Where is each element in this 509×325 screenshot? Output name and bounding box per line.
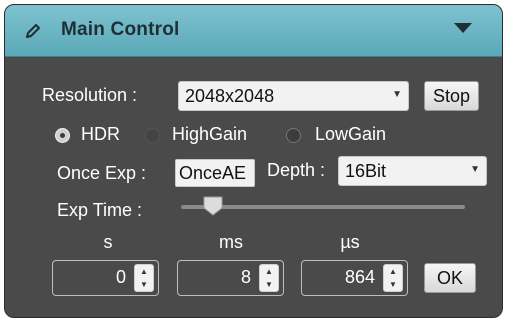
panel-header[interactable]: Main Control xyxy=(5,5,502,57)
milliseconds-value[interactable]: 8 xyxy=(241,267,251,288)
depth-value: 16Bit xyxy=(345,161,387,181)
exp-time-label: Exp Time : xyxy=(57,200,143,220)
radio-highgain[interactable] xyxy=(145,128,160,143)
exp-time-slider-thumb[interactable] xyxy=(202,195,224,217)
pencil-icon xyxy=(26,24,40,38)
screen: Main Control Resolution : 2048x2048 ▼ St… xyxy=(0,0,509,325)
seconds-spinbox[interactable]: 0 ▲ ▼ xyxy=(52,260,159,296)
seconds-stepper[interactable]: ▲ ▼ xyxy=(134,264,154,292)
resolution-label: Resolution : xyxy=(42,85,138,105)
microseconds-spinbox[interactable]: 864 ▲ ▼ xyxy=(301,260,408,296)
microseconds-value[interactable]: 864 xyxy=(345,267,375,288)
arrow-up-icon[interactable]: ▲ xyxy=(260,265,278,278)
once-exp-label: Once Exp : xyxy=(57,163,147,183)
resolution-value: 2048x2048 xyxy=(185,86,275,106)
triangle-down-icon[interactable] xyxy=(454,23,472,33)
radio-hdr[interactable] xyxy=(55,128,70,143)
radio-lowgain-label: LowGain xyxy=(315,124,387,144)
panel-body: Resolution : 2048x2048 ▼ Stop HDR HighGa… xyxy=(5,57,502,317)
microseconds-stepper[interactable]: ▲ ▼ xyxy=(383,264,403,292)
unit-seconds: s xyxy=(103,232,113,252)
radio-lowgain[interactable] xyxy=(286,128,301,143)
arrow-down-icon[interactable]: ▼ xyxy=(384,278,402,291)
ok-button[interactable]: OK xyxy=(424,263,476,293)
arrow-up-icon[interactable]: ▲ xyxy=(135,265,153,278)
depth-select[interactable]: 16Bit ▼ xyxy=(338,156,487,186)
radio-highgain-label: HighGain xyxy=(172,124,248,144)
stop-button[interactable]: Stop xyxy=(424,81,479,111)
resolution-select[interactable]: 2048x2048 ▼ xyxy=(178,81,409,111)
milliseconds-stepper[interactable]: ▲ ▼ xyxy=(259,264,279,292)
arrow-down-icon[interactable]: ▼ xyxy=(135,278,153,291)
seconds-value[interactable]: 0 xyxy=(116,267,126,288)
depth-label: Depth : xyxy=(267,160,326,180)
main-control-panel: Main Control Resolution : 2048x2048 ▼ St… xyxy=(4,4,503,318)
unit-microseconds: µs xyxy=(340,232,360,252)
chevron-down-icon: ▼ xyxy=(392,89,402,100)
unit-milliseconds: ms xyxy=(219,232,243,252)
radio-hdr-label: HDR xyxy=(81,124,120,144)
arrow-down-icon[interactable]: ▼ xyxy=(260,278,278,291)
arrow-up-icon[interactable]: ▲ xyxy=(384,265,402,278)
once-ae-button[interactable]: OnceAE xyxy=(175,159,255,187)
chevron-down-icon: ▼ xyxy=(470,164,480,175)
milliseconds-spinbox[interactable]: 8 ▲ ▼ xyxy=(177,260,284,296)
panel-title: Main Control xyxy=(61,19,180,40)
